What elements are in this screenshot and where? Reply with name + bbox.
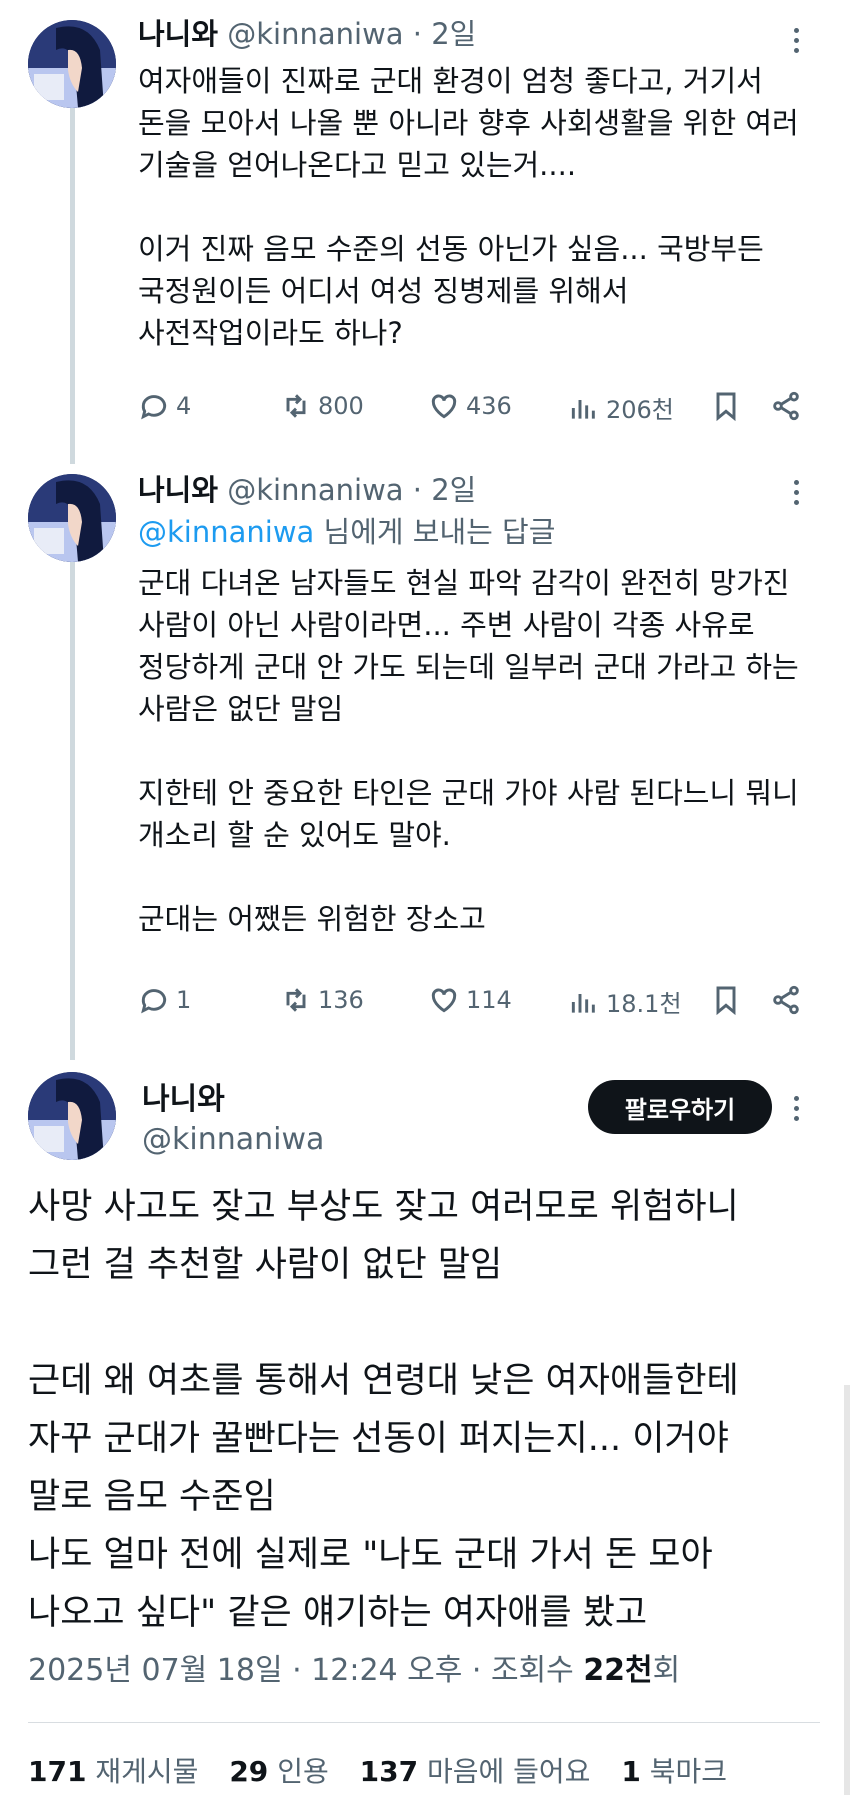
bookmarks-stat[interactable]: 1 북마크	[621, 1755, 727, 1788]
bookmark-button[interactable]	[710, 390, 742, 422]
reply-button[interactable]: 4	[138, 390, 191, 422]
scrollbar[interactable]	[844, 1385, 850, 1795]
like-button[interactable]: 114	[428, 984, 512, 1016]
tweet-actions: 1 136 114 18.1천	[138, 984, 818, 1024]
reply-icon	[141, 395, 167, 420]
bookmarks-label: 북마크	[649, 1755, 728, 1788]
views-count: 206천	[606, 396, 674, 424]
views-button[interactable]: 18.1천	[568, 984, 682, 1019]
tweet-text: 군대 다녀온 남자들도 현실 파악 감각이 완전히 망가진 사람이 아닌 사람이…	[138, 566, 799, 936]
reply-mention-link[interactable]: @kinnaniwa	[138, 515, 314, 549]
retweet-icon	[286, 988, 306, 1012]
likes-stat[interactable]: 137 마음에 들어요	[360, 1755, 591, 1788]
share-button[interactable]	[770, 984, 802, 1016]
quotes-label: 인용	[277, 1755, 329, 1788]
view-count: 22천	[583, 1653, 653, 1688]
author-name[interactable]: 나니와	[142, 1080, 225, 1120]
avatar[interactable]	[28, 1072, 116, 1160]
tweet[interactable]: 나니와 @kinnaniwa · 2일 @kinnaniwa 님에게 보내는 답…	[0, 460, 850, 1050]
reply-button[interactable]: 1	[138, 984, 191, 1016]
bookmark-button[interactable]	[710, 984, 742, 1016]
view-count-suffix: 회	[652, 1653, 681, 1688]
views-button[interactable]: 206천	[568, 390, 674, 425]
tweet-text: 여자애들이 진짜로 군대 환경이 엄청 좋다고, 거기서 돈을 모아서 나올 뿐…	[138, 64, 799, 350]
tweet-time[interactable]: 2일	[431, 473, 476, 507]
reply-count: 4	[176, 392, 192, 420]
retweet-count: 136	[318, 986, 364, 1014]
like-count: 114	[466, 986, 512, 1014]
separator-dot: ·	[412, 17, 432, 51]
like-icon	[431, 394, 457, 419]
tweet-date[interactable]: 2025년 07월 18일 · 12:24 오후 · 조회수	[28, 1653, 583, 1688]
separator-dot: ·	[412, 473, 432, 507]
bookmark-icon	[716, 392, 736, 422]
main-tweet-text: 사망 사고도 잦고 부상도 잦고 여러모로 위험하니 그런 걸 추천할 사람이 …	[28, 1187, 739, 1633]
retweet-icon	[286, 394, 306, 418]
retweets-label: 재게시물	[95, 1755, 199, 1788]
bookmarks-count: 1	[621, 1755, 641, 1788]
divider	[28, 1722, 820, 1723]
tweet-meta: 2025년 07월 18일 · 12:24 오후 · 조회수 22천회	[28, 1650, 680, 1692]
author-name[interactable]: 나니와	[138, 17, 218, 51]
views-icon	[571, 993, 595, 1013]
share-icon	[773, 391, 799, 421]
tweet-header: 나니와 @kinnaniwa · 2일	[138, 14, 476, 54]
reply-context-label: 님에게 보내는 답글	[314, 515, 556, 549]
share-icon	[773, 985, 799, 1015]
more-icon[interactable]	[784, 1088, 808, 1128]
more-icon[interactable]	[784, 20, 808, 60]
retweet-count: 800	[318, 392, 364, 420]
retweet-button[interactable]: 136	[280, 984, 364, 1016]
like-count: 436	[466, 392, 512, 420]
likes-label: 마음에 들어요	[426, 1755, 591, 1788]
likes-count: 137	[359, 1755, 419, 1788]
tweet[interactable]: 나니와 @kinnaniwa · 2일 여자애들이 진짜로 군대 환경이 엄청 …	[0, 0, 850, 460]
quotes-count: 29	[229, 1755, 269, 1788]
bookmark-icon	[716, 986, 736, 1016]
retweets-count: 171	[28, 1755, 87, 1788]
like-icon	[431, 988, 457, 1013]
reply-context: @kinnaniwa 님에게 보내는 답글	[138, 512, 555, 552]
views-count: 18.1천	[606, 990, 682, 1018]
author-handle[interactable]: @kinnaniwa	[142, 1120, 324, 1160]
like-button[interactable]: 436	[428, 390, 512, 422]
author-handle[interactable]: @kinnaniwa	[227, 17, 403, 51]
author-name[interactable]: 나니와	[138, 473, 218, 507]
reply-icon	[141, 989, 167, 1014]
avatar[interactable]	[28, 474, 116, 562]
tweet-time[interactable]: 2일	[431, 17, 476, 51]
follow-button[interactable]: 팔로우하기	[588, 1080, 772, 1134]
author-handle[interactable]: @kinnaniwa	[227, 473, 403, 507]
retweets-stat[interactable]: 171 재게시물	[28, 1755, 198, 1788]
more-icon[interactable]	[784, 472, 808, 512]
tweet-header: 나니와 @kinnaniwa · 2일	[138, 470, 476, 510]
tweet-actions: 4 800 436 206천	[138, 390, 818, 430]
retweet-button[interactable]: 800	[280, 390, 364, 422]
avatar[interactable]	[28, 20, 116, 108]
engagement-stats: 171 재게시물 29 인용 137 마음에 들어요 1 북마크	[28, 1752, 749, 1792]
reply-count: 1	[176, 986, 192, 1014]
share-button[interactable]	[770, 390, 802, 422]
views-icon	[571, 399, 595, 419]
quotes-stat[interactable]: 29 인용	[229, 1755, 328, 1788]
